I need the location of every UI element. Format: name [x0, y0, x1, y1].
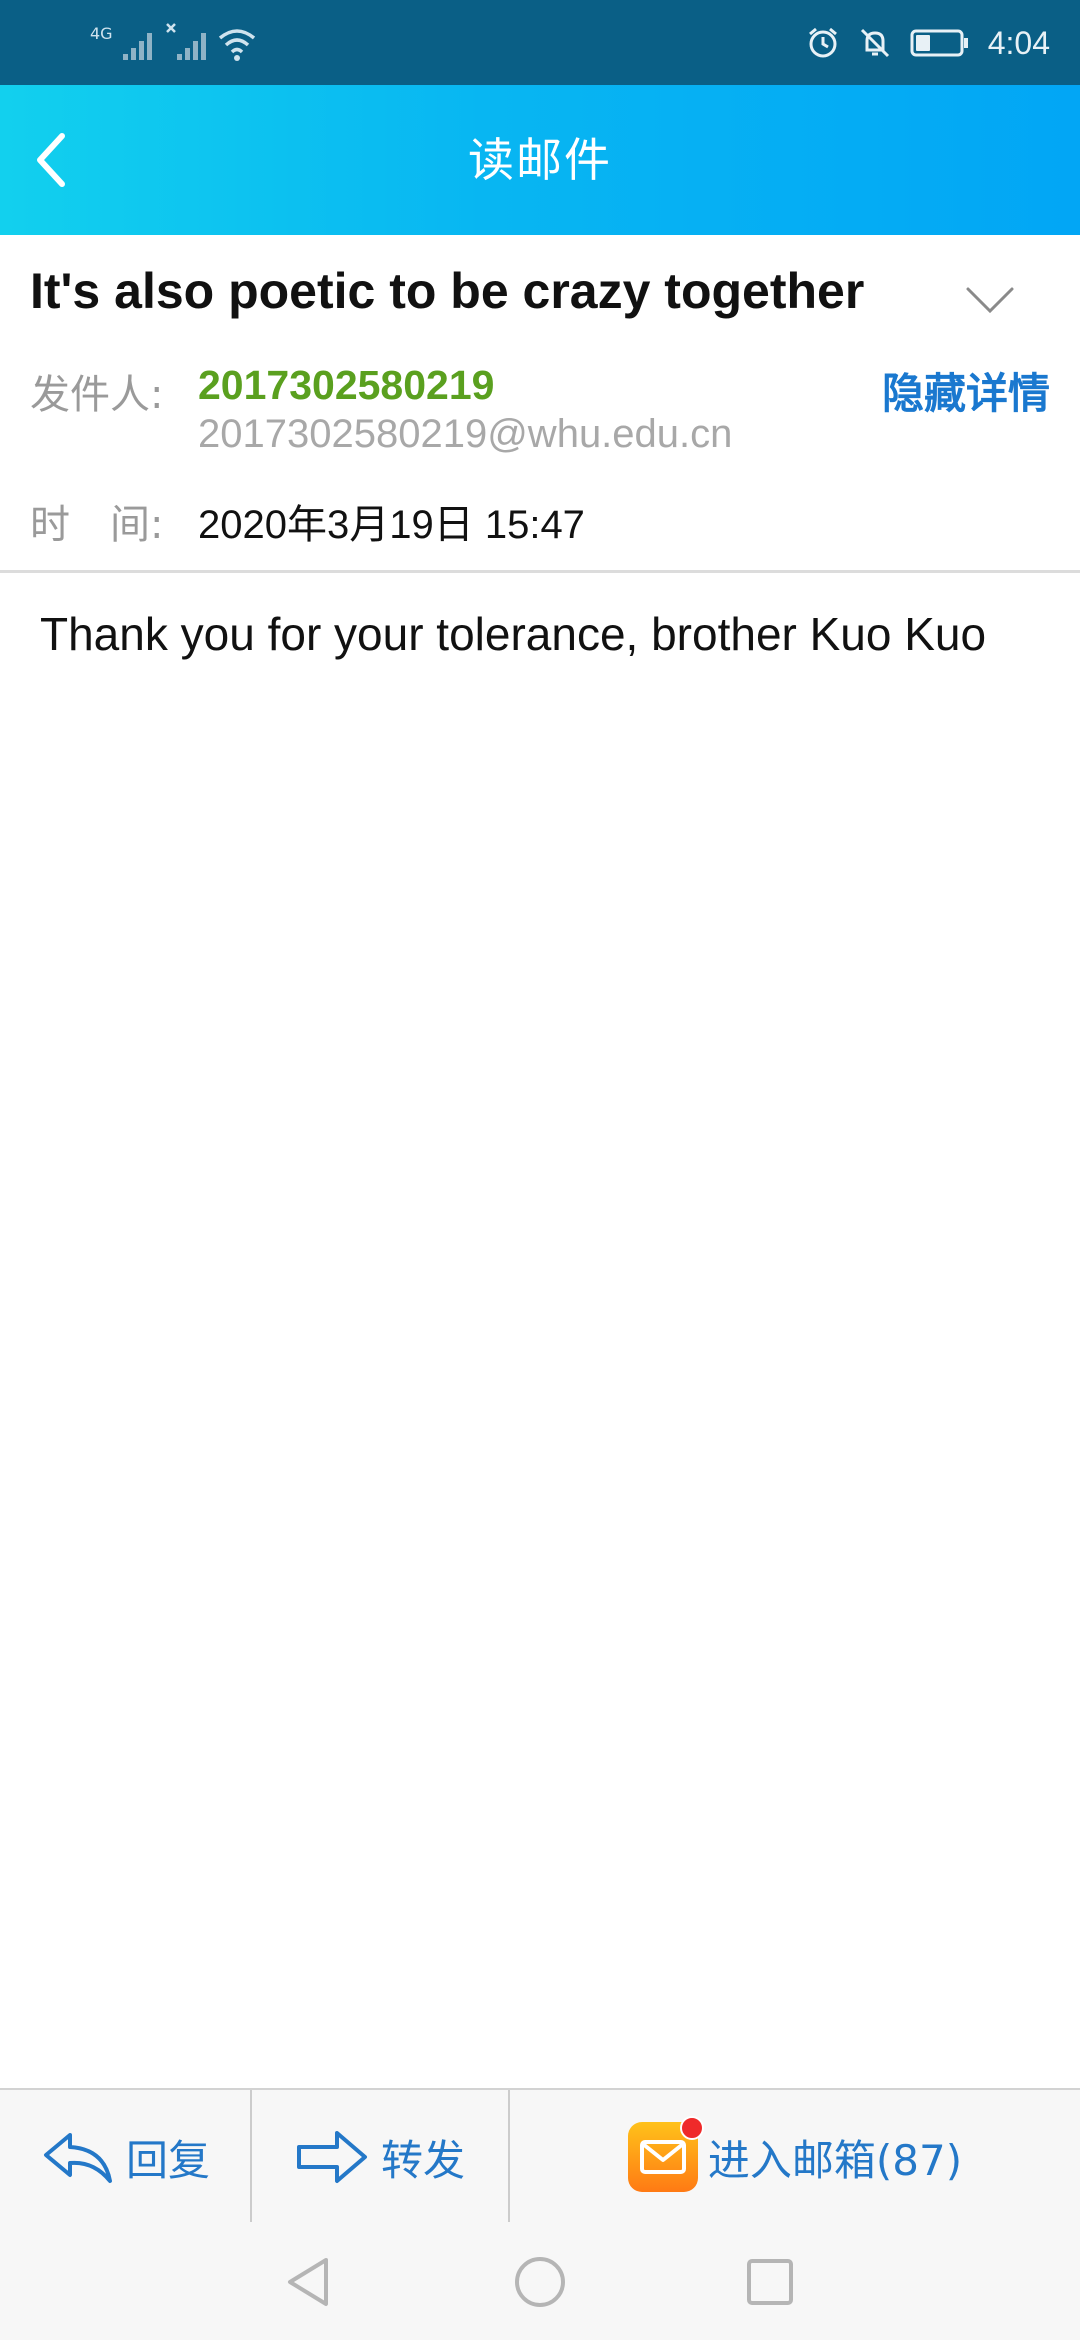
reply-label: 回复: [125, 2135, 210, 2185]
time-label: 时 间:: [30, 502, 164, 548]
mail-subject: It's also poetic to be crazy together: [30, 263, 865, 319]
forward-arrow-icon: [296, 2131, 367, 2183]
signal-no-sim-icon: [165, 23, 206, 60]
forward-button[interactable]: 转发: [252, 2090, 508, 2224]
forward-label: 转发: [380, 2135, 465, 2185]
reply-button[interactable]: 回复: [0, 2090, 250, 2224]
status-right-icons: 4:04: [806, 18, 1050, 68]
hide-details-link[interactable]: 隐藏详情: [882, 360, 1050, 421]
mute-bell-icon: [860, 28, 889, 58]
nav-back-button[interactable]: [270, 2242, 350, 2322]
nav-recents-button[interactable]: [730, 2242, 810, 2322]
alarm-icon: [808, 27, 837, 58]
expand-subject-button[interactable]: [960, 270, 1020, 330]
unread-dot: [679, 2116, 704, 2140]
system-nav-bar: [0, 2222, 1080, 2340]
page-title: 读邮件: [468, 133, 612, 187]
reply-arrow-icon: [43, 2133, 112, 2183]
header-divider: [0, 570, 1080, 573]
nav-home-button[interactable]: [500, 2242, 580, 2322]
status-left-icons: 4G: [90, 22, 257, 62]
sender-email[interactable]: 2017302580219@whu.edu.cn: [198, 412, 732, 457]
battery-icon: [910, 29, 968, 57]
open-mailbox-button[interactable]: 进入邮箱(87): [510, 2090, 1080, 2224]
square-recents-icon: [747, 2259, 793, 2305]
time-value: 2020年3月19日 15:47: [198, 503, 585, 547]
bottom-toolbar: 回复 转发 进入邮箱(87): [0, 2088, 1080, 2224]
app-header: 读邮件: [0, 85, 1080, 235]
triangle-back-icon: [288, 2258, 328, 2306]
status-time: 4:04: [987, 24, 1050, 61]
sender-name[interactable]: 2017302580219: [198, 362, 494, 409]
status-bar: 4G 4:04: [0, 0, 1080, 85]
signal-strength-icon: [122, 33, 152, 60]
network-type-label: 4G: [90, 24, 113, 43]
mail-envelope-icon: [627, 2116, 704, 2192]
mail-body: Thank you for your tolerance, brother Ku…: [40, 608, 987, 660]
circle-home-icon: [515, 2257, 565, 2307]
mailbox-label: 进入邮箱(87): [707, 2135, 963, 2185]
chevron-down-icon: [966, 287, 1014, 314]
sender-label: 发件人:: [30, 372, 164, 418]
wifi-icon: [218, 29, 255, 61]
